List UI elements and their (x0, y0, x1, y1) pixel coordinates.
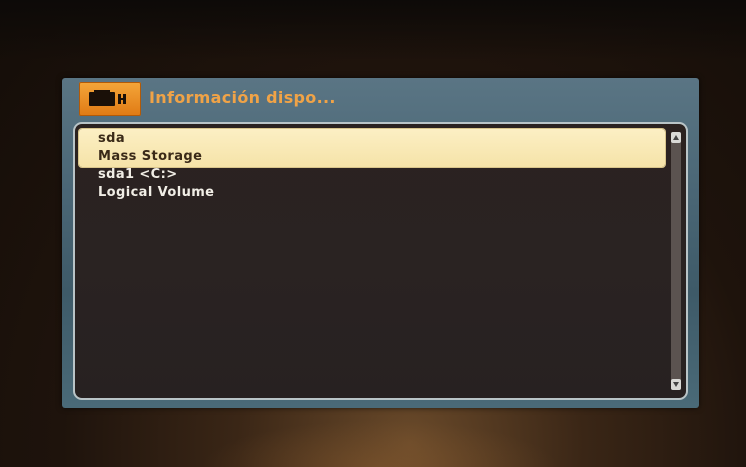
tv-bezel (0, 0, 746, 60)
list-item-logical-volume[interactable]: Logical Volume (79, 184, 665, 202)
device-info-dialog: Información dispo... sda Mass Storage sd… (62, 78, 699, 408)
window-title: Información dispo... (149, 88, 336, 107)
device-info-icon (79, 82, 141, 116)
device-list-panel: sda Mass Storage sda1 <C:> Logical Volum… (73, 122, 688, 400)
scrollbar[interactable] (671, 132, 681, 390)
device-list: sda Mass Storage sda1 <C:> Logical Volum… (79, 130, 665, 202)
arrow-up-icon[interactable] (671, 132, 681, 143)
list-item-sda1[interactable]: sda1 <C:> (79, 166, 665, 184)
list-item-mass-storage[interactable]: Mass Storage (79, 148, 665, 166)
ambient-glow (200, 420, 560, 467)
list-item-sda[interactable]: sda (79, 130, 665, 148)
arrow-down-icon[interactable] (671, 379, 681, 390)
title-bar: Información dispo... (62, 78, 699, 118)
